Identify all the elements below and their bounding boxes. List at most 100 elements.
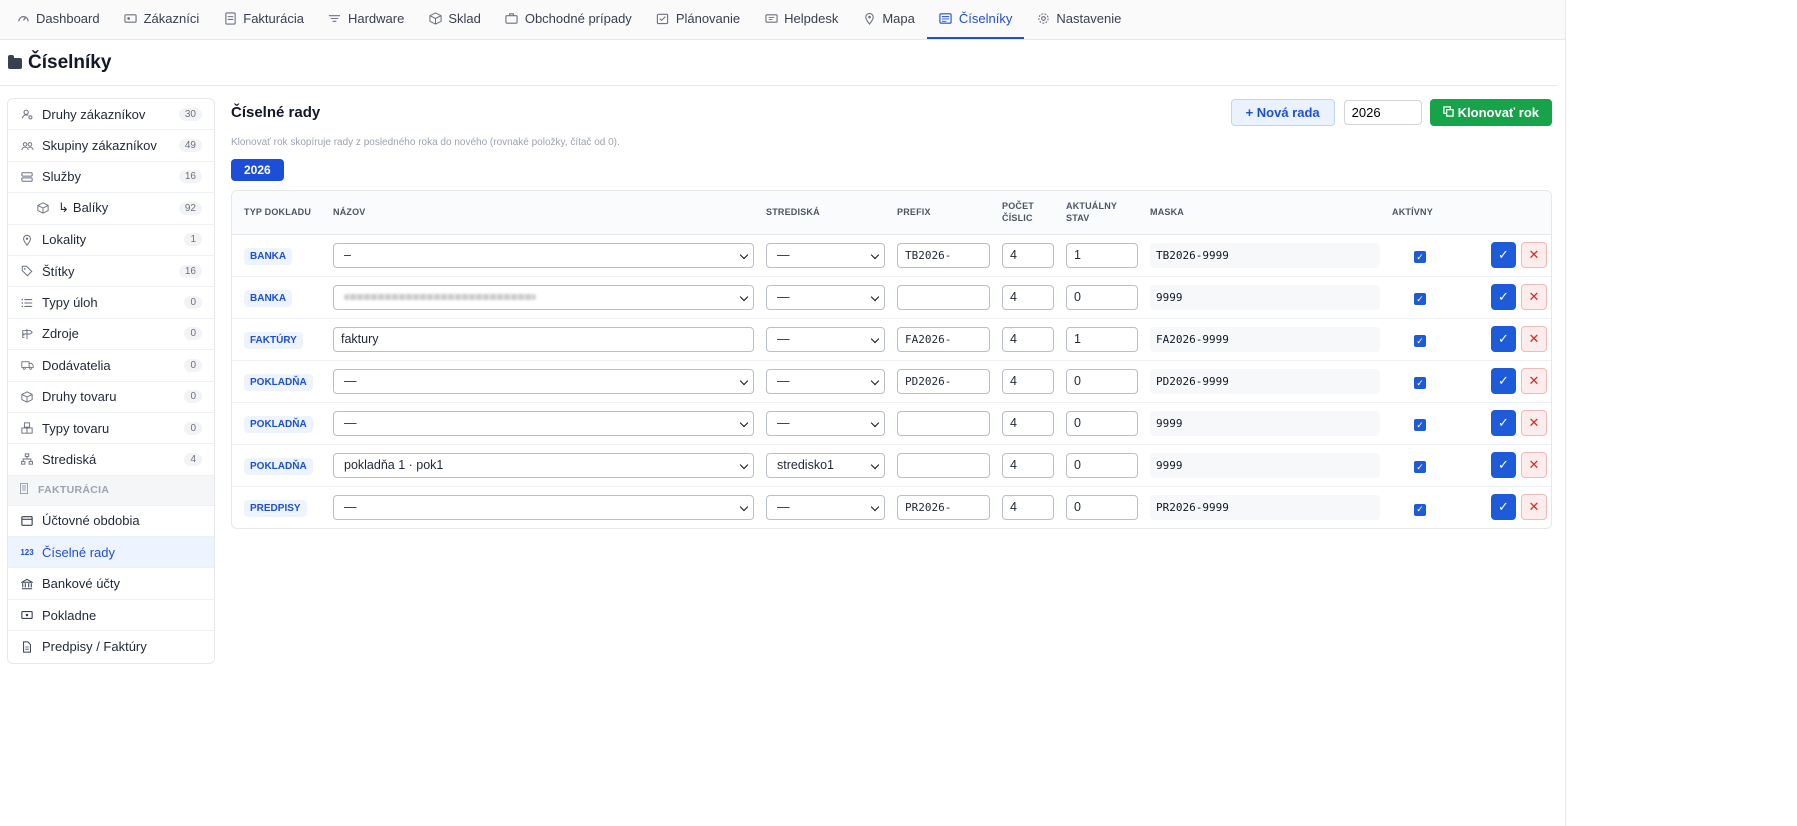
save-row-button[interactable]: ✓ [1491, 284, 1516, 310]
active-checkbox[interactable]: ✓ [1414, 293, 1426, 306]
sidebar-item-druhy-tovaru[interactable]: Druhy tovaru 0 [8, 382, 214, 413]
nav-fakturacia[interactable]: Fakturácia [211, 0, 316, 39]
sidebar-item-sluzby[interactable]: Služby 16 [8, 162, 214, 194]
prefix-input[interactable]: PD2026- [897, 368, 990, 394]
digits-input[interactable]: 4 [1002, 410, 1054, 436]
active-checkbox[interactable]: ✓ [1414, 335, 1426, 348]
calendar-range-icon [20, 514, 34, 528]
sidebar-item-dodavatelia[interactable]: Dodávatelia 0 [8, 350, 214, 382]
sidebar-item-typy-uloh[interactable]: Typy úloh 0 [8, 287, 214, 319]
sidebar-item-druhy-zakaznikov[interactable]: Druhy zákazníkov 30 [8, 99, 214, 131]
name-select[interactable] [333, 284, 754, 310]
col-header-aktualny-stav: AKTUÁLNY STAV [1060, 191, 1144, 235]
nav-planovanie[interactable]: Plánovanie [644, 0, 752, 39]
delete-row-button[interactable]: ✕ [1521, 452, 1547, 478]
sidebar-item-strediska[interactable]: Strediská 4 [8, 444, 214, 476]
state-input[interactable]: 1 [1066, 326, 1138, 352]
state-input[interactable]: 0 [1066, 494, 1138, 520]
stredisko-select[interactable]: — [766, 284, 885, 310]
active-checkbox[interactable]: ✓ [1414, 419, 1426, 432]
active-checkbox[interactable]: ✓ [1414, 377, 1426, 390]
stredisko-select[interactable]: — [766, 494, 885, 520]
delete-row-button[interactable]: ✕ [1521, 284, 1547, 310]
nav-nastavenie[interactable]: Nastavenie [1024, 0, 1133, 39]
state-input[interactable]: 0 [1066, 284, 1138, 310]
nav-helpdesk[interactable]: Helpdesk [752, 0, 850, 39]
sidebar-item-zdroje[interactable]: Zdroje 0 [8, 319, 214, 351]
nav-dashboard[interactable]: Dashboard [4, 0, 112, 39]
sidebar-item-baliky[interactable]: ↳ Balíky 92 [8, 193, 214, 225]
sidebar-item-pokladne[interactable]: Pokladne [8, 600, 214, 632]
clone-year-label: Klonovať rok [1457, 104, 1539, 120]
year-tab-2026[interactable]: 2026 [231, 159, 284, 181]
nav-mapa[interactable]: Mapa [850, 0, 927, 39]
delete-row-button[interactable]: ✕ [1521, 242, 1547, 268]
clone-year-button[interactable]: Klonovať rok [1429, 98, 1552, 126]
active-checkbox[interactable]: ✓ [1414, 503, 1426, 516]
digits-input[interactable]: 4 [1002, 368, 1054, 394]
save-row-button[interactable]: ✓ [1491, 368, 1516, 394]
sidebar-item-skupiny-zakaznikov[interactable]: Skupiny zákazníkov 49 [8, 130, 214, 162]
stredisko-select[interactable]: — [766, 326, 885, 352]
sidebar-item-typy-tovaru[interactable]: Typy tovaru 0 [8, 413, 214, 445]
digits-input[interactable]: 4 [1002, 452, 1054, 478]
col-header-pocet-cislic: POČET ČÍSLIC [996, 191, 1060, 235]
save-row-button[interactable]: ✓ [1491, 494, 1516, 521]
name-input[interactable]: faktury [333, 326, 754, 352]
nav-sklad[interactable]: Sklad [416, 0, 493, 39]
delete-row-button[interactable]: ✕ [1521, 326, 1547, 352]
prefix-input[interactable] [897, 452, 990, 478]
stredisko-select[interactable]: — [766, 368, 885, 394]
prefix-input[interactable] [897, 284, 990, 310]
sidebar-item-ciselne-rady[interactable]: 123 Číselné rady [8, 537, 214, 569]
stredisko-select[interactable]: — [766, 242, 885, 268]
state-input[interactable]: 1 [1066, 242, 1138, 268]
save-row-button[interactable]: ✓ [1491, 410, 1516, 436]
sidebar-item-stitky[interactable]: Štítky 16 [8, 256, 214, 288]
state-input[interactable]: 0 [1066, 368, 1138, 394]
state-input[interactable]: 0 [1066, 410, 1138, 436]
sidebar-item-predpisy-faktury[interactable]: Predpisy / Faktúry [8, 631, 214, 662]
nav-label: Hardware [347, 11, 405, 26]
prefix-input[interactable]: FA2026- [897, 326, 990, 352]
count-badge: 0 [184, 421, 202, 435]
digits-input[interactable]: 4 [1002, 326, 1054, 352]
stredisko-select[interactable]: stredisko1 [766, 452, 885, 478]
name-select[interactable]: — [333, 410, 754, 436]
nav-ciselniky[interactable]: Číselníky [926, 0, 1025, 39]
digits-input[interactable]: 4 [1002, 242, 1054, 268]
save-row-button[interactable]: ✓ [1491, 326, 1516, 352]
prefix-input[interactable]: PR2026- [897, 494, 990, 520]
delete-row-button[interactable]: ✕ [1521, 494, 1547, 521]
sidebar-item-uctovne-obdobia[interactable]: Účtovné obdobia [8, 506, 214, 538]
state-input[interactable]: 0 [1066, 452, 1138, 478]
prefix-input[interactable] [897, 410, 990, 436]
name-select[interactable]: – [333, 242, 754, 268]
stredisko-select[interactable]: — [766, 410, 885, 436]
name-select[interactable]: — [333, 494, 754, 520]
prefix-input[interactable]: TB2026- [897, 242, 990, 268]
delete-row-button[interactable]: ✕ [1521, 368, 1547, 394]
nav-zakaznici[interactable]: Zákazníci [112, 0, 212, 39]
name-select[interactable]: pokladňa 1 · pok1 [333, 452, 754, 478]
box-icon [36, 201, 50, 215]
count-badge: 0 [184, 296, 202, 310]
name-select[interactable]: — [333, 368, 754, 394]
users-icon [20, 139, 34, 153]
gear-icon [1036, 12, 1050, 26]
active-checkbox[interactable]: ✓ [1414, 461, 1426, 474]
digits-input[interactable]: 4 [1002, 494, 1054, 520]
save-row-button[interactable]: ✓ [1491, 452, 1516, 478]
digits-input[interactable]: 4 [1002, 284, 1054, 310]
save-row-button[interactable]: ✓ [1491, 242, 1516, 268]
sidebar-item-bankove-ucty[interactable]: Bankové účty [8, 568, 214, 600]
boxes-icon [20, 421, 34, 435]
active-checkbox[interactable]: ✓ [1414, 251, 1426, 264]
count-badge: 4 [184, 452, 202, 466]
sidebar-item-lokality[interactable]: Lokality 1 [8, 225, 214, 256]
new-series-button[interactable]: + Nová rada [1230, 98, 1335, 126]
delete-row-button[interactable]: ✕ [1521, 410, 1547, 436]
clone-year-input[interactable] [1343, 99, 1422, 125]
nav-hardware[interactable]: Hardware [316, 0, 416, 39]
nav-obchodne-pripady[interactable]: Obchodné prípady [493, 0, 644, 39]
